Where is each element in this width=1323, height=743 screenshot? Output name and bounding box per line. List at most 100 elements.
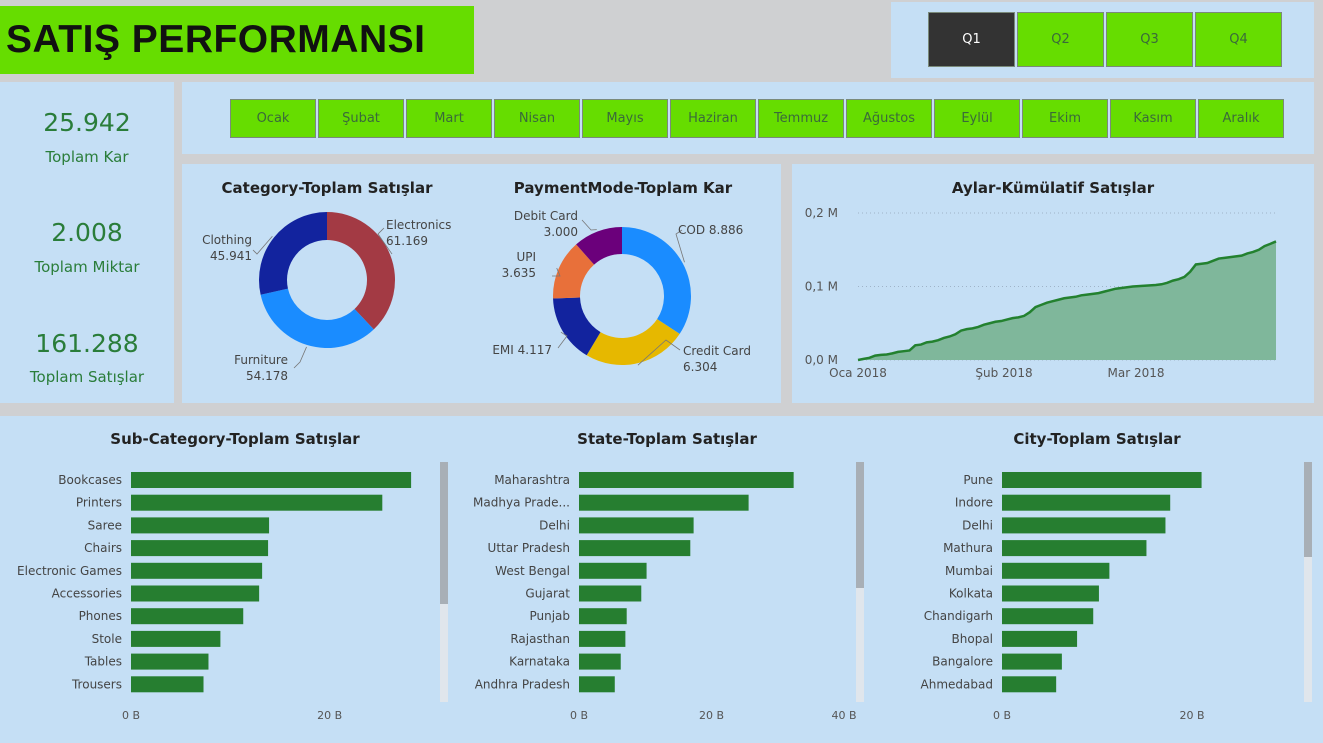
city-bar[interactable] bbox=[1002, 562, 1110, 579]
month-button-9[interactable]: Eylül bbox=[934, 99, 1020, 138]
state-category-label: Rajasthan bbox=[510, 632, 570, 646]
kpi-quantity-label: Toplam Miktar bbox=[34, 258, 140, 276]
kpi-profit-label: Toplam Kar bbox=[45, 148, 129, 166]
city-category-label: Bhopal bbox=[952, 632, 993, 646]
city-category-label: Kolkata bbox=[949, 587, 993, 601]
subcategory-bar[interactable] bbox=[131, 540, 269, 557]
city-category-label: Mathura bbox=[943, 541, 993, 555]
state-category-label: Uttar Pradesh bbox=[488, 541, 570, 555]
state-bar[interactable] bbox=[579, 562, 647, 579]
payment-slice-cod[interactable] bbox=[622, 227, 691, 334]
month-button-11[interactable]: Kasım bbox=[1110, 99, 1196, 138]
category-slice-clothing[interactable] bbox=[259, 212, 327, 295]
subcategory-category-label: Tables bbox=[84, 655, 122, 669]
subcategory-category-label: Chairs bbox=[84, 541, 122, 555]
month-button-1[interactable]: Ocak bbox=[230, 99, 316, 138]
city-scroll-thumb[interactable] bbox=[1304, 462, 1312, 557]
city-bar[interactable] bbox=[1002, 653, 1062, 670]
quarter-button-q1[interactable]: Q1 bbox=[928, 12, 1015, 67]
quarter-button-q2[interactable]: Q2 bbox=[1017, 12, 1104, 67]
payment-slice-value: 3.000 bbox=[544, 225, 578, 239]
bar-charts-svg: Bookcases Printers Saree Chairs Electronic G… bbox=[17, 472, 1205, 722]
subcategory-bar[interactable] bbox=[131, 676, 204, 693]
subcategory-bar[interactable] bbox=[131, 630, 221, 647]
city-bar[interactable] bbox=[1002, 608, 1094, 625]
quarter-button-q4[interactable]: Q4 bbox=[1195, 12, 1282, 67]
city-category-label: Bangalore bbox=[932, 655, 993, 669]
month-button-2[interactable]: Şubat bbox=[318, 99, 404, 138]
city-bar[interactable] bbox=[1002, 630, 1078, 647]
month-button-8[interactable]: Ağustos bbox=[846, 99, 932, 138]
category-slice-electronics[interactable] bbox=[327, 212, 395, 330]
cumulative-y-tick: 0,0 M bbox=[805, 353, 838, 367]
payment-slice-label-name: COD bbox=[678, 223, 705, 237]
subcategory-scroll-thumb[interactable] bbox=[440, 462, 448, 604]
payment-slice-label-name: EMI bbox=[492, 343, 513, 357]
subcategory-bar[interactable] bbox=[131, 517, 270, 534]
state-bar[interactable] bbox=[579, 494, 749, 511]
subcategory-bar[interactable] bbox=[131, 494, 383, 511]
state-x-tick: 20 B bbox=[699, 709, 724, 722]
donut-charts-svg: Electronics 61.169 Furniture 54.178 Clothing… bbox=[202, 209, 751, 383]
subcategory-bar[interactable] bbox=[131, 653, 209, 670]
state-scrollbar[interactable] bbox=[856, 462, 864, 702]
state-scroll-thumb[interactable] bbox=[856, 462, 864, 588]
month-button-5[interactable]: Mayıs bbox=[582, 99, 668, 138]
subcategory-bar[interactable] bbox=[131, 585, 260, 602]
city-bar[interactable] bbox=[1002, 472, 1202, 488]
month-slicer-panel: Ocak Şubat Mart Nisan Mayıs Haziran Temmuz Ağus… bbox=[182, 82, 1314, 154]
subcategory-category-label: Printers bbox=[76, 496, 122, 510]
city-bar[interactable] bbox=[1002, 517, 1166, 534]
city-bar[interactable] bbox=[1002, 585, 1099, 602]
subcategory-bar[interactable] bbox=[131, 562, 263, 579]
kpi-panel: 25.942 Toplam Kar 2.008 Toplam Miktar 16… bbox=[0, 82, 174, 403]
month-button-7[interactable]: Temmuz bbox=[758, 99, 844, 138]
payment-slice-credit-card[interactable] bbox=[586, 319, 680, 365]
cumulative-x-tick: Mar 2018 bbox=[1108, 366, 1165, 380]
month-button-4[interactable]: Nisan bbox=[494, 99, 580, 138]
state-bar[interactable] bbox=[579, 608, 627, 625]
payment-leader-line bbox=[581, 219, 597, 231]
page-title: SATIŞ PERFORMANSI bbox=[6, 18, 426, 61]
state-category-label: West Bengal bbox=[495, 564, 570, 578]
month-button-10[interactable]: Ekim bbox=[1022, 99, 1108, 138]
subcategory-category-label: Bookcases bbox=[58, 473, 122, 487]
category-slice-value: 61.169 bbox=[386, 234, 428, 248]
state-category-label: Andhra Pradesh bbox=[475, 677, 570, 691]
state-bar[interactable] bbox=[579, 585, 642, 602]
subcategory-x-tick: 0 B bbox=[122, 709, 140, 722]
category-slice-label: Clothing bbox=[202, 233, 252, 247]
kpi-sales-label: Toplam Satışlar bbox=[29, 368, 145, 386]
state-category-label: Delhi bbox=[539, 518, 570, 532]
city-bar[interactable] bbox=[1002, 676, 1057, 693]
state-bar[interactable] bbox=[579, 630, 626, 647]
city-bar[interactable] bbox=[1002, 494, 1171, 511]
bar-charts-panel: Sub-Category-Toplam Satışlar State-Topla… bbox=[0, 416, 1323, 743]
subcategory-scrollbar[interactable] bbox=[440, 462, 448, 702]
month-button-12[interactable]: Aralık bbox=[1198, 99, 1284, 138]
kpi-sales-value: 161.288 bbox=[35, 329, 139, 358]
state-bar[interactable] bbox=[579, 472, 794, 488]
subcategory-bar[interactable] bbox=[131, 608, 244, 625]
category-slice-value: 54.178 bbox=[246, 369, 288, 383]
kpi-quantity-value: 2.008 bbox=[51, 218, 123, 247]
month-button-6[interactable]: Haziran bbox=[670, 99, 756, 138]
state-bar[interactable] bbox=[579, 676, 615, 693]
payment-slice-value: 3.635 bbox=[502, 266, 536, 280]
category-slice-furniture[interactable] bbox=[260, 288, 374, 348]
month-button-3[interactable]: Mart bbox=[406, 99, 492, 138]
subcategory-x-tick: 20 B bbox=[317, 709, 342, 722]
state-category-label: Punjab bbox=[529, 609, 570, 623]
state-bar[interactable] bbox=[579, 517, 694, 534]
city-bar[interactable] bbox=[1002, 540, 1147, 557]
subcategory-category-label: Accessories bbox=[52, 587, 122, 601]
quarter-button-q3[interactable]: Q3 bbox=[1106, 12, 1193, 67]
city-scrollbar[interactable] bbox=[1304, 462, 1312, 702]
cumulative-y-tick: 0,1 M bbox=[805, 280, 838, 294]
state-bar[interactable] bbox=[579, 653, 621, 670]
state-bar[interactable] bbox=[579, 540, 691, 557]
cumulative-y-tick: 0,2 M bbox=[805, 206, 838, 220]
city-category-label: Chandigarh bbox=[924, 609, 993, 623]
city-category-label: Mumbai bbox=[945, 564, 993, 578]
subcategory-bar[interactable] bbox=[131, 472, 412, 488]
